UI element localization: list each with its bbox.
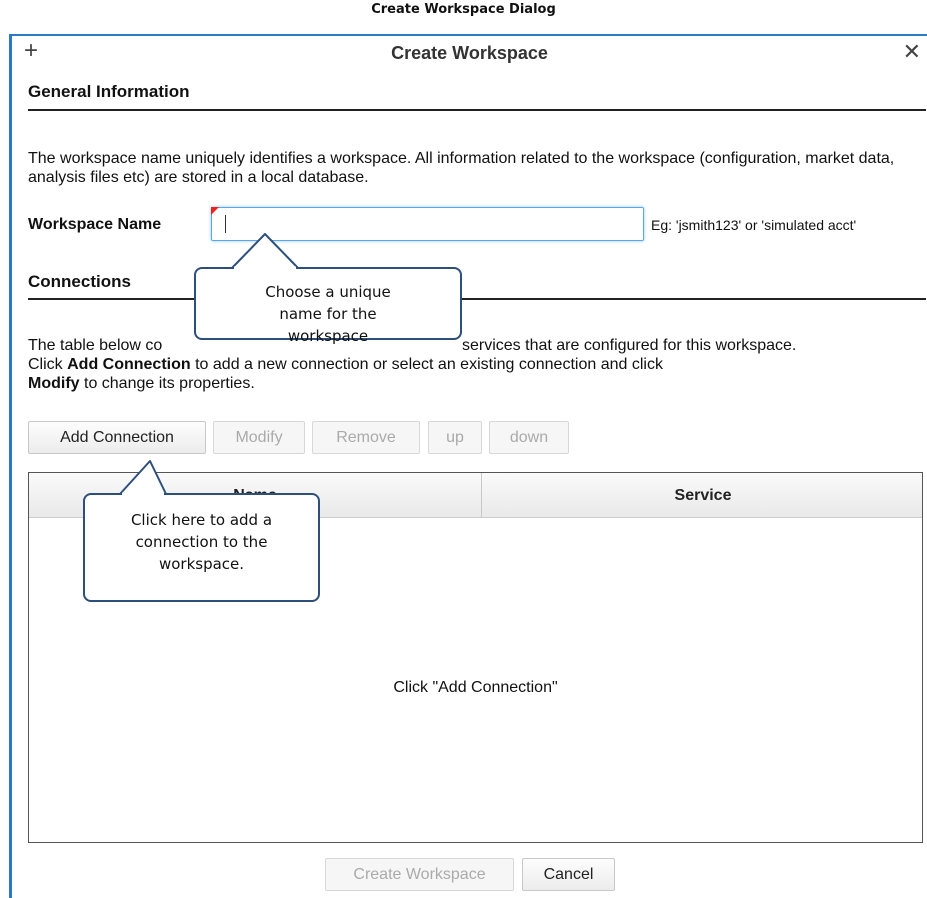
- add-callout-pointer-mask: [122, 492, 164, 496]
